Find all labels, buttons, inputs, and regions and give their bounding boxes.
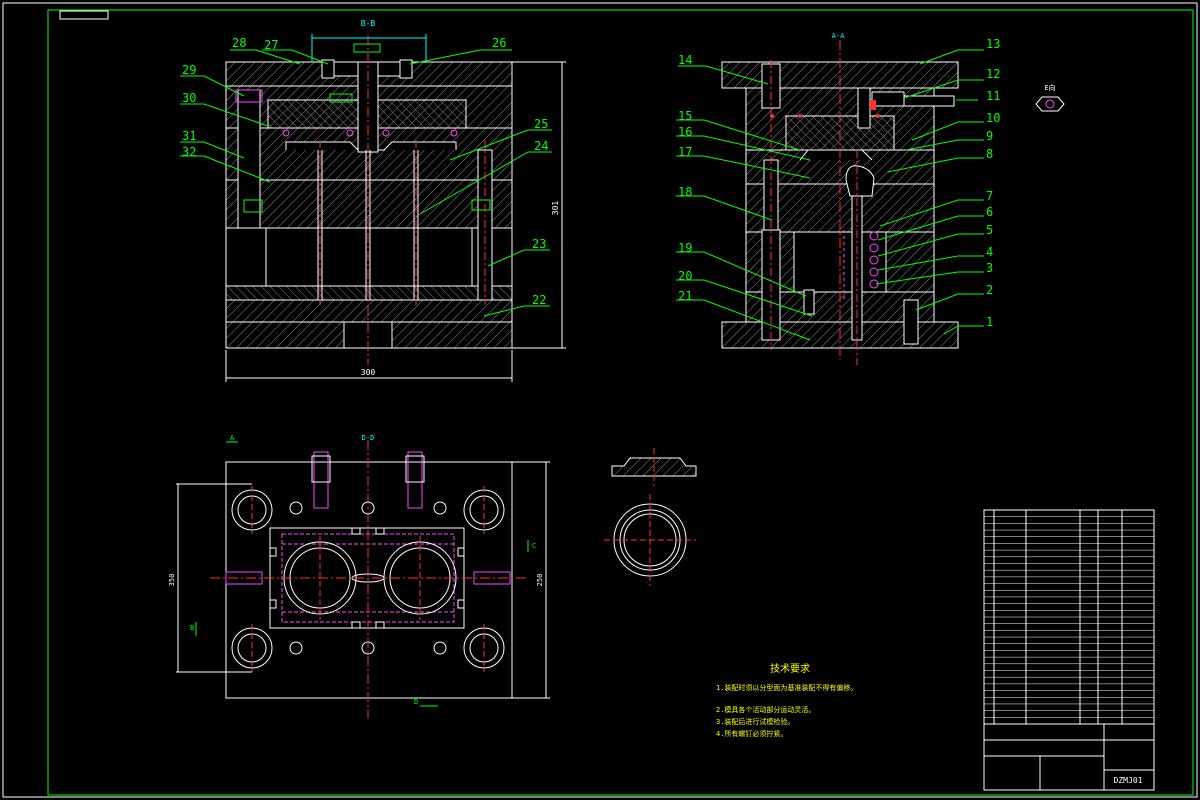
top-dim-left: 350: [168, 574, 176, 587]
drawing-number: DZMJ01: [1114, 776, 1143, 785]
part-number: 28: [232, 36, 246, 50]
section-marker: B: [190, 624, 194, 632]
part-number: 27: [264, 38, 278, 52]
tech-req-item: 4.所有螺钉必须拧紧。: [716, 729, 787, 738]
part-number: 17: [678, 145, 692, 159]
top-section-title: D-D: [362, 434, 375, 442]
part-number: 25: [534, 117, 548, 131]
top-dim-right: 250: [536, 574, 544, 587]
part-number: 6: [986, 205, 993, 219]
part-number: 4: [986, 245, 993, 259]
section-marker: C: [532, 542, 536, 550]
tech-req-title: 技术要求: [770, 662, 810, 675]
side-section-title: A-A: [832, 32, 845, 40]
front-section-view: [225, 34, 566, 382]
top-plan-view: [176, 440, 550, 718]
part-detail-view: [604, 448, 697, 586]
part-number: 22: [532, 293, 546, 307]
part-number: 18: [678, 185, 692, 199]
section-marker: D: [414, 698, 418, 706]
technical-requirements: 技术要求 1.装配时须以分型面为基准装配不得有偏移。 2.模具各个活动部分运动灵…: [716, 662, 857, 738]
side-section-view: [721, 40, 959, 365]
cad-drawing-canvas: B-B 300 301 28 27 26 29 30 31 32 25 24 2…: [2, 2, 1198, 798]
part-number: 1: [986, 315, 993, 329]
part-number: 23: [532, 237, 546, 251]
part-number: 15: [678, 109, 692, 123]
tech-req-item: 2.模具各个活动部分运动灵活。: [716, 705, 815, 714]
part-number: 8: [986, 147, 993, 161]
drawing-frame: [2, 2, 1198, 798]
detail-e-view: E向: [1035, 83, 1065, 112]
front-width-dim: 300: [361, 368, 376, 377]
front-section-title: B-B: [361, 19, 376, 28]
parts-list-table: [983, 509, 1155, 725]
part-number: 29: [182, 63, 196, 77]
part-number: 26: [492, 36, 506, 50]
part-number: 9: [986, 129, 993, 143]
part-number: 12: [986, 67, 1000, 81]
front-height-dim: 301: [551, 201, 560, 216]
part-number: 16: [678, 125, 692, 139]
side-section-labels: A-A: [832, 32, 845, 40]
part-number: 14: [678, 53, 692, 67]
part-number: 13: [986, 37, 1000, 51]
part-number: 21: [678, 289, 692, 303]
part-number: 31: [182, 129, 196, 143]
part-number: 10: [986, 111, 1000, 125]
tech-req-item: 3.装配后进行试模检验。: [716, 717, 794, 726]
tech-req-item: 1.装配时须以分型面为基准装配不得有偏移。: [716, 683, 857, 692]
part-number: 11: [986, 89, 1000, 103]
part-number: 3: [986, 261, 993, 275]
part-number: 32: [182, 145, 196, 159]
part-number: 2: [986, 283, 993, 297]
section-marker: A: [230, 434, 235, 442]
part-number: 19: [678, 241, 692, 255]
detail-e-title: E向: [1044, 83, 1055, 92]
part-number: 5: [986, 223, 993, 237]
part-number: 30: [182, 91, 196, 105]
part-number: 20: [678, 269, 692, 283]
part-number: 24: [534, 139, 548, 153]
part-number: 7: [986, 189, 993, 203]
